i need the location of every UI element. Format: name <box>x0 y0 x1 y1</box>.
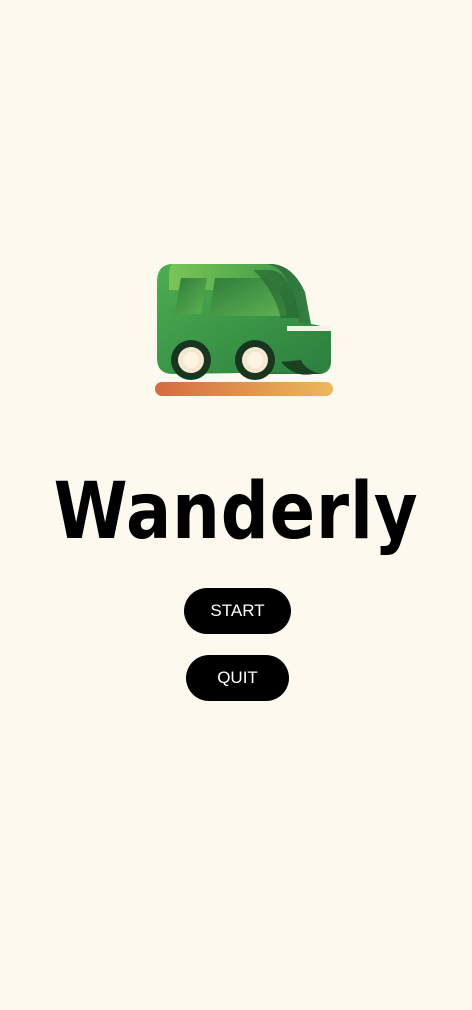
start-button[interactable]: START <box>184 588 291 634</box>
quit-button[interactable]: QUIT <box>186 655 289 701</box>
car-logo-icon <box>155 262 335 398</box>
app-title: Wanderly <box>53 467 419 557</box>
